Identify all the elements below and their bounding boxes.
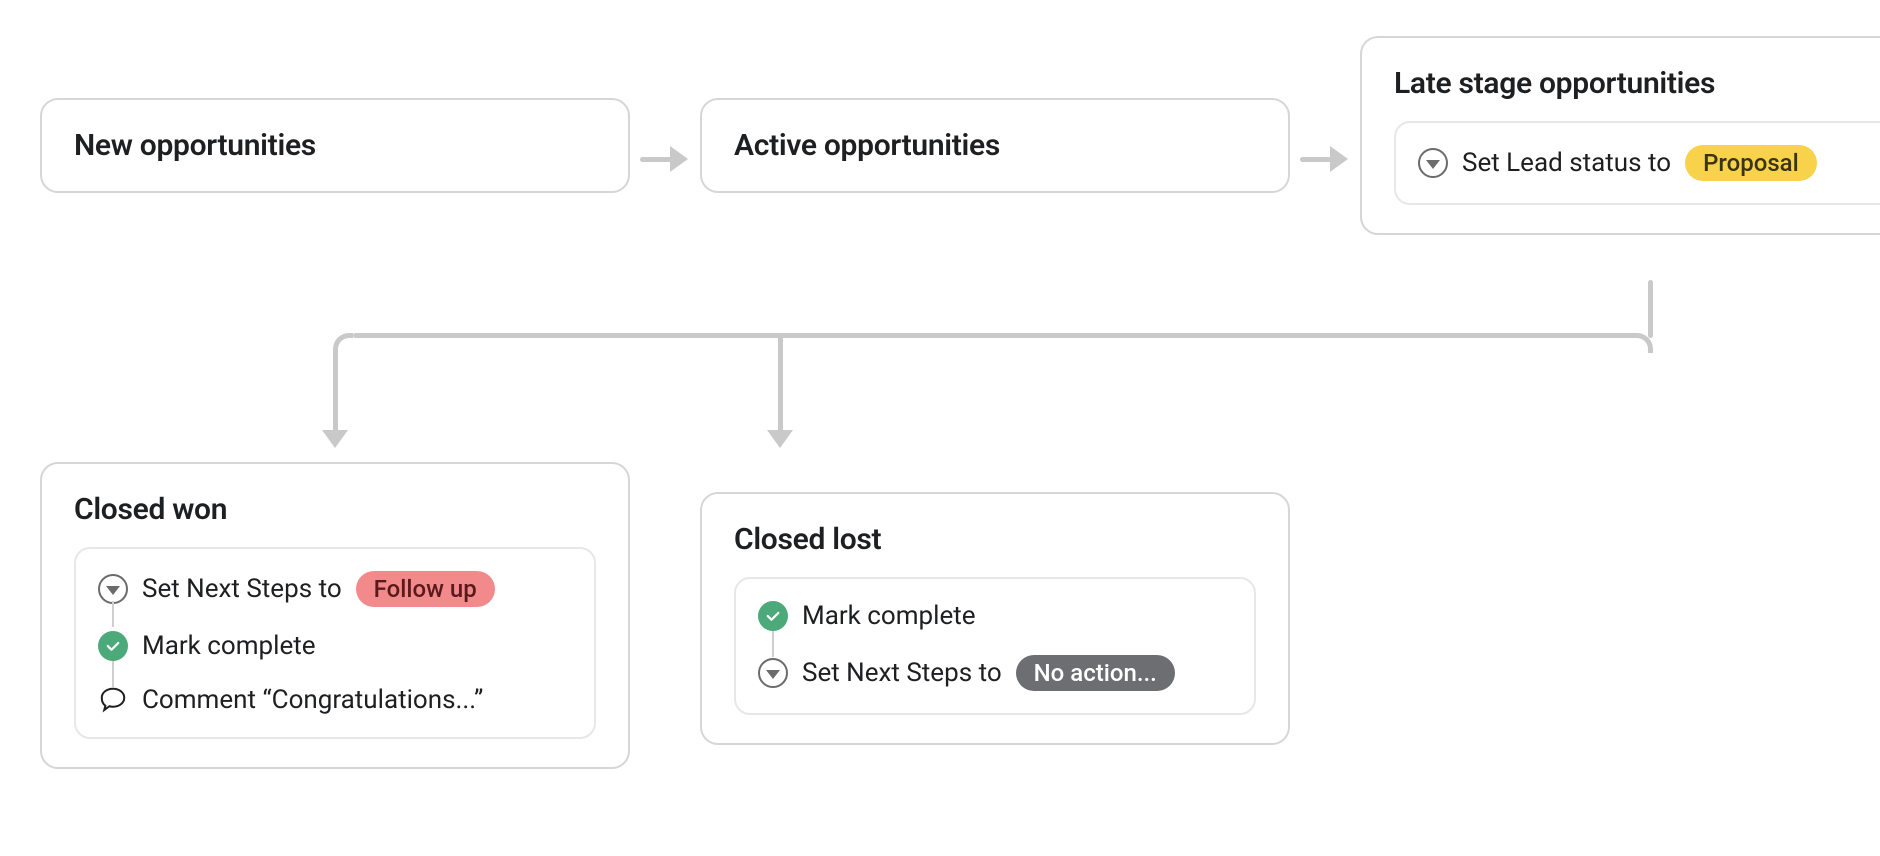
check-circle-icon [98,631,128,661]
rule-label: Set Next Steps to [142,574,342,604]
stage-title: Closed won [74,492,596,527]
stage-title: Closed lost [734,522,1256,557]
rule-list: Set Next Steps to Follow up Mark complet… [74,547,596,739]
comment-icon [98,685,128,715]
rule-mark-complete[interactable]: Mark complete [98,631,572,661]
rule-comment[interactable]: Comment “Congratulations...” [98,685,572,715]
rule-list: Mark complete Set Next Steps to No actio… [734,577,1256,715]
rule-set-next-steps[interactable]: Set Next Steps to No action... [758,655,1232,691]
stage-card-closed-won[interactable]: Closed won Set Next Steps to Follow up M… [40,462,630,769]
status-badge-no-action: No action... [1016,655,1175,691]
stage-card-closed-lost[interactable]: Closed lost Mark complete Set Next Steps… [700,492,1290,745]
connector-line [772,631,774,657]
rule-label: Comment “Congratulations...” [142,685,483,715]
connector-line [112,601,114,627]
rule-label: Mark complete [142,631,316,661]
rule-set-next-steps[interactable]: Set Next Steps to Follow up [98,571,572,607]
status-badge-follow-up: Follow up [356,571,495,607]
rule-mark-complete[interactable]: Mark complete [758,601,1232,631]
dropdown-circle-icon [98,574,128,604]
connector-line [112,661,114,687]
rule-label: Mark complete [802,601,976,631]
workflow-canvas: New opportunities Active opportunities L… [0,0,1880,856]
dropdown-circle-icon [758,658,788,688]
check-circle-icon [758,601,788,631]
rule-label: Set Next Steps to [802,658,1002,688]
